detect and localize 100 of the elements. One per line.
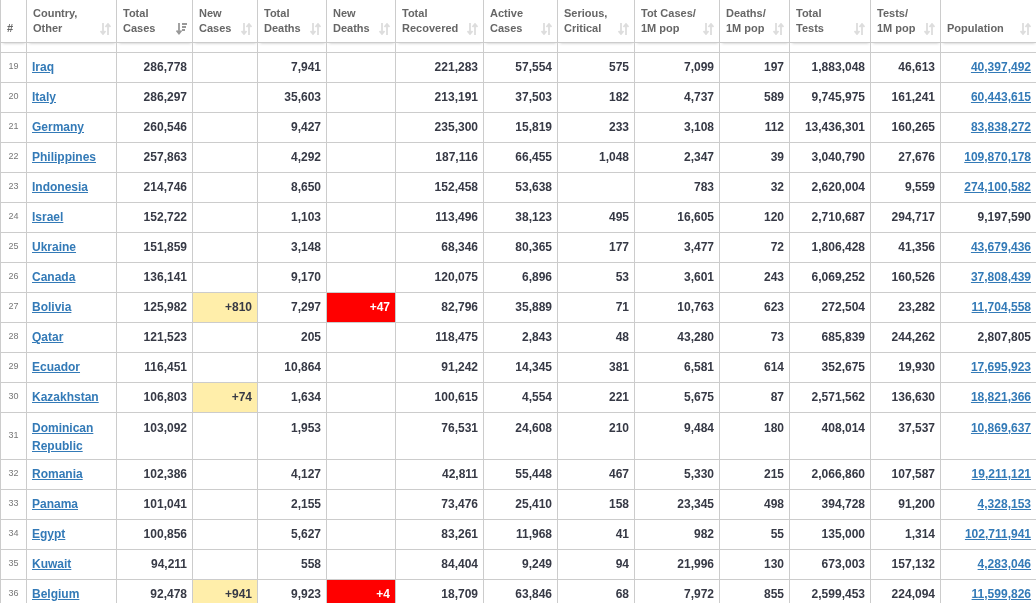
table-cell: 42,811 (441, 467, 478, 481)
table-cell: 982 (693, 527, 714, 541)
table-cell: 2,571,562 (811, 390, 865, 404)
table-cell: 1,883,048 (811, 60, 865, 74)
table-cell: 100,615 (434, 390, 478, 404)
table-cell: 55 (770, 527, 784, 541)
table-cell: 224,094 (891, 587, 935, 601)
table-cell: 32 (770, 180, 784, 194)
sort-icon[interactable] (1020, 22, 1031, 35)
table-cell: 48 (615, 330, 629, 344)
table-cell: 685,839 (821, 330, 865, 344)
row-number: 19 (8, 61, 19, 72)
table-cell: 158 (608, 497, 629, 511)
table-cell: 5,627 (290, 527, 321, 541)
table-cell: 197 (763, 60, 784, 74)
table-cell: 9,923 (290, 587, 321, 601)
table-cell: 1,806,428 (811, 240, 865, 254)
table-cell: 6,069,252 (811, 270, 865, 284)
sort-icon[interactable] (467, 22, 478, 35)
table-cell: 210 (608, 420, 629, 435)
table-cell: 161,241 (891, 90, 935, 104)
table-cell: 575 (608, 60, 629, 74)
table-cell: 135,000 (821, 527, 865, 541)
sort-icon[interactable] (924, 22, 935, 35)
table-cell: 37,503 (515, 90, 552, 104)
row-number: 32 (8, 468, 19, 479)
table-cell: 118,475 (435, 330, 478, 344)
table-cell: 41,356 (898, 240, 935, 254)
table-cell: 66,455 (515, 150, 552, 164)
sort-descending-icon[interactable] (176, 22, 187, 35)
table-cell: 15,819 (515, 120, 552, 134)
table-cell: 130 (763, 557, 784, 571)
table-cell: 9,745,975 (811, 90, 865, 104)
sort-icon[interactable] (773, 22, 784, 35)
table-cell: 152,458 (434, 180, 478, 194)
row-number: 36 (8, 588, 19, 599)
sort-icon[interactable] (379, 22, 390, 35)
table-cell: 43,280 (677, 330, 714, 344)
table-cell: 19,930 (898, 360, 935, 374)
table-cell: 10,864 (284, 360, 321, 374)
table-cell: 233 (608, 120, 629, 134)
table-cell: 25,410 (515, 497, 552, 511)
table-cell: 498 (763, 497, 784, 511)
table-cell: 53,638 (515, 180, 552, 194)
table-cell: 4,127 (290, 467, 321, 481)
sort-icon[interactable] (310, 22, 321, 35)
table-cell: 76,531 (441, 420, 478, 435)
table-cell: 221 (608, 390, 629, 404)
table-cell: 187,116 (435, 150, 478, 164)
table-cell: 495 (608, 210, 629, 224)
sort-icon[interactable] (618, 22, 629, 35)
table-cell: 3,601 (683, 270, 714, 284)
table-cell: 21,996 (677, 557, 714, 571)
table-cell: 157,132 (891, 557, 935, 571)
table-cell: 160,526 (891, 270, 935, 284)
table-cell: 7,297 (290, 300, 321, 314)
table-cell: 24,608 (515, 420, 552, 435)
table-cell: 3,108 (683, 120, 714, 134)
table-cell: 352,675 (821, 360, 865, 374)
table-cell: 68,346 (441, 240, 478, 254)
table-cell: 9,484 (683, 420, 714, 435)
table-cell: 80,365 (515, 240, 552, 254)
table-cell: 286,778 (143, 60, 187, 74)
country-link[interactable]: Italy (32, 88, 56, 106)
row-number: 35 (8, 558, 19, 569)
row-number: 26 (8, 271, 19, 282)
row-number: 23 (8, 181, 19, 192)
table-cell: 13,436,301 (804, 120, 865, 134)
country-link[interactable]: Iraq (32, 58, 54, 76)
sort-icon[interactable] (854, 22, 865, 35)
table-cell: 10,763 (677, 300, 714, 314)
row-number: 31 (8, 429, 19, 440)
row-number: 29 (8, 361, 19, 372)
table-cell: 73 (770, 330, 784, 344)
table-cell: 5,675 (683, 390, 714, 404)
table-cell: 16,605 (677, 210, 714, 224)
sort-icon[interactable] (241, 22, 252, 35)
table-cell: 151,859 (143, 240, 187, 254)
table-cell: 2,599,453 (811, 587, 865, 601)
table-cell: 4,292 (290, 150, 321, 164)
table-cell: 623 (763, 300, 784, 314)
table-cell: 1,103 (290, 210, 321, 224)
table-cell: 614 (763, 360, 784, 374)
table-cell: 112 (764, 120, 784, 134)
sort-icon[interactable] (100, 22, 111, 35)
table-cell: 2,066,860 (811, 467, 865, 481)
table-cell: 91,200 (898, 497, 935, 511)
sort-icon[interactable] (703, 22, 714, 35)
table-cell: 855 (763, 587, 784, 601)
table-cell: 106,803 (143, 390, 187, 404)
table-cell: 68 (615, 587, 629, 601)
table-cell: 257,863 (143, 150, 187, 164)
table-cell: 121,523 (143, 330, 187, 344)
table-cell: 63,846 (515, 587, 552, 601)
table-cell: 101,041 (143, 497, 187, 511)
sort-icon[interactable] (541, 22, 552, 35)
table-cell: 120,075 (434, 270, 478, 284)
table-cell: 120 (763, 210, 784, 224)
table-cell: 41 (615, 527, 629, 541)
table-cell: 160,265 (891, 120, 935, 134)
